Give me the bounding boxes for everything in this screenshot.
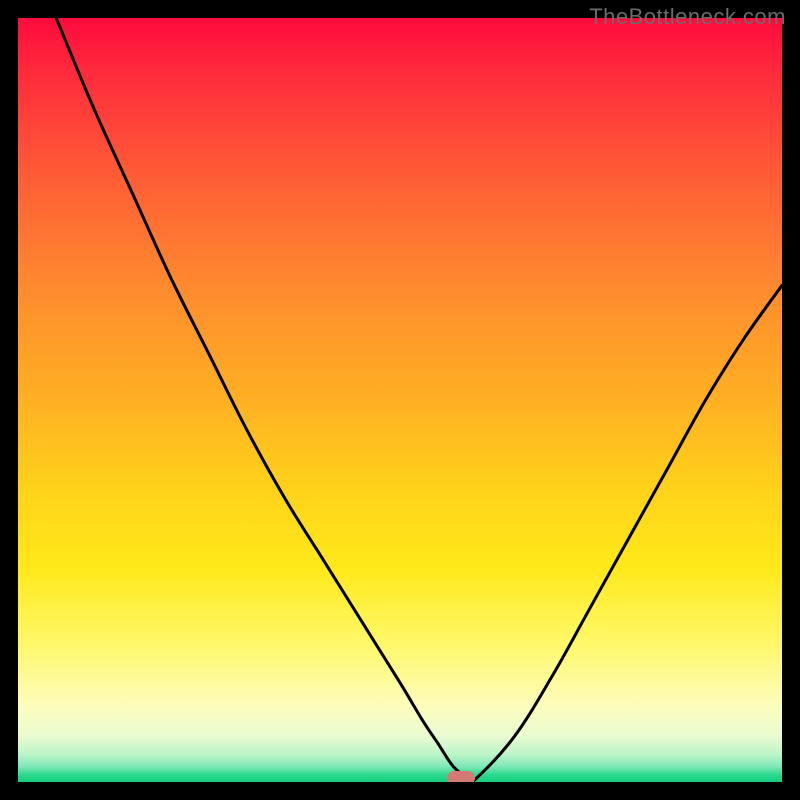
optimal-marker <box>447 771 475 782</box>
bottleneck-curve <box>18 18 782 782</box>
watermark-text: TheBottleneck.com <box>589 4 786 30</box>
plot-area <box>18 18 782 782</box>
chart-frame: TheBottleneck.com <box>0 0 800 800</box>
